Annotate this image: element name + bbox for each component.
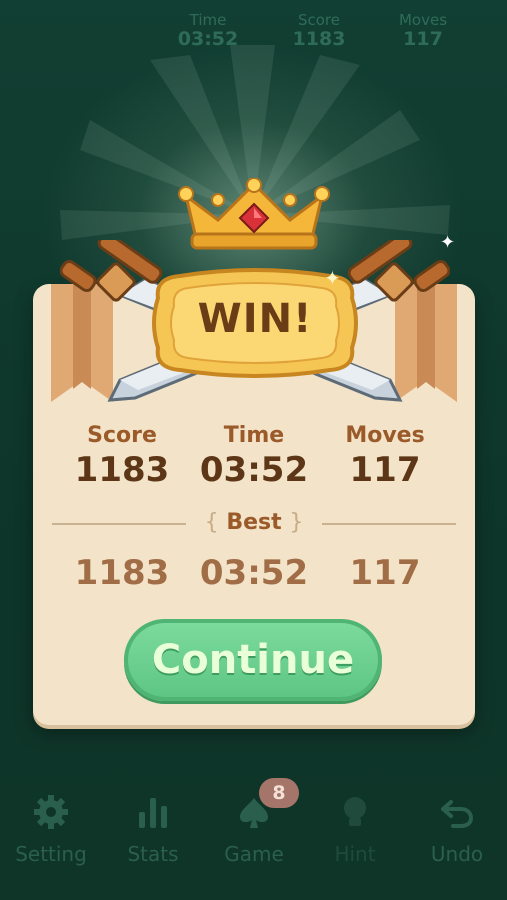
nav-hint-button[interactable]: Hint <box>305 792 405 866</box>
top-time-label: Time <box>189 11 227 29</box>
top-time-stat: Time 03:52 <box>158 12 258 50</box>
score-label: Score <box>87 423 157 448</box>
top-moves-value: 117 <box>403 28 443 50</box>
right-brace-icon: } <box>289 510 304 535</box>
moves-value: 117 <box>349 450 421 490</box>
win-title: WIN! <box>197 296 313 342</box>
lightbulb-icon <box>344 797 366 826</box>
bar-chart-icon <box>139 798 167 828</box>
divider-left <box>52 523 186 525</box>
nav-setting-label: Setting <box>15 842 87 866</box>
nav-game-button[interactable]: 8 Game <box>204 778 304 866</box>
sparkle-icon: ✦ <box>324 266 341 290</box>
nav-game-label: Game <box>224 842 284 866</box>
time-value: 03:52 <box>199 450 309 490</box>
score-value: 1183 <box>74 450 170 490</box>
nav-hint-label: Hint <box>334 842 376 866</box>
divider-right <box>322 523 456 525</box>
game-count-badge: 8 <box>259 778 299 808</box>
top-score-label: Score <box>297 11 340 29</box>
score-stat: Score 1183 <box>52 422 192 490</box>
best-label: Best <box>226 510 282 535</box>
moves-stat: Moves 117 <box>315 422 455 490</box>
undo-arrow-icon <box>441 800 474 828</box>
top-moves-stat: Moves 117 <box>373 12 473 50</box>
crown-icon <box>178 178 330 250</box>
best-time-value: 03:52 <box>199 553 309 593</box>
top-score-stat: Score 1183 <box>269 12 369 50</box>
nav-setting-button[interactable]: Setting <box>1 792 101 866</box>
best-moves-value: 117 <box>349 553 421 593</box>
nav-undo-label: Undo <box>430 842 484 866</box>
nav-stats-label: Stats <box>127 842 179 866</box>
moves-label: Moves <box>345 423 425 448</box>
best-heading: { Best } <box>196 510 312 535</box>
sparkle-icon: ✦ <box>440 232 456 253</box>
nav-undo-button[interactable]: Undo <box>407 792 507 866</box>
top-score-value: 1183 <box>292 28 346 50</box>
left-brace-icon: { <box>204 510 219 535</box>
gear-icon <box>34 795 68 829</box>
top-moves-label: Moves <box>398 11 448 29</box>
time-stat: Time 03:52 <box>184 422 324 490</box>
continue-button[interactable]: Continue <box>124 619 382 701</box>
best-score-value: 1183 <box>74 553 170 593</box>
nav-stats-button[interactable]: Stats <box>103 792 203 866</box>
time-label: Time <box>223 423 285 448</box>
top-time-value: 03:52 <box>177 28 239 50</box>
